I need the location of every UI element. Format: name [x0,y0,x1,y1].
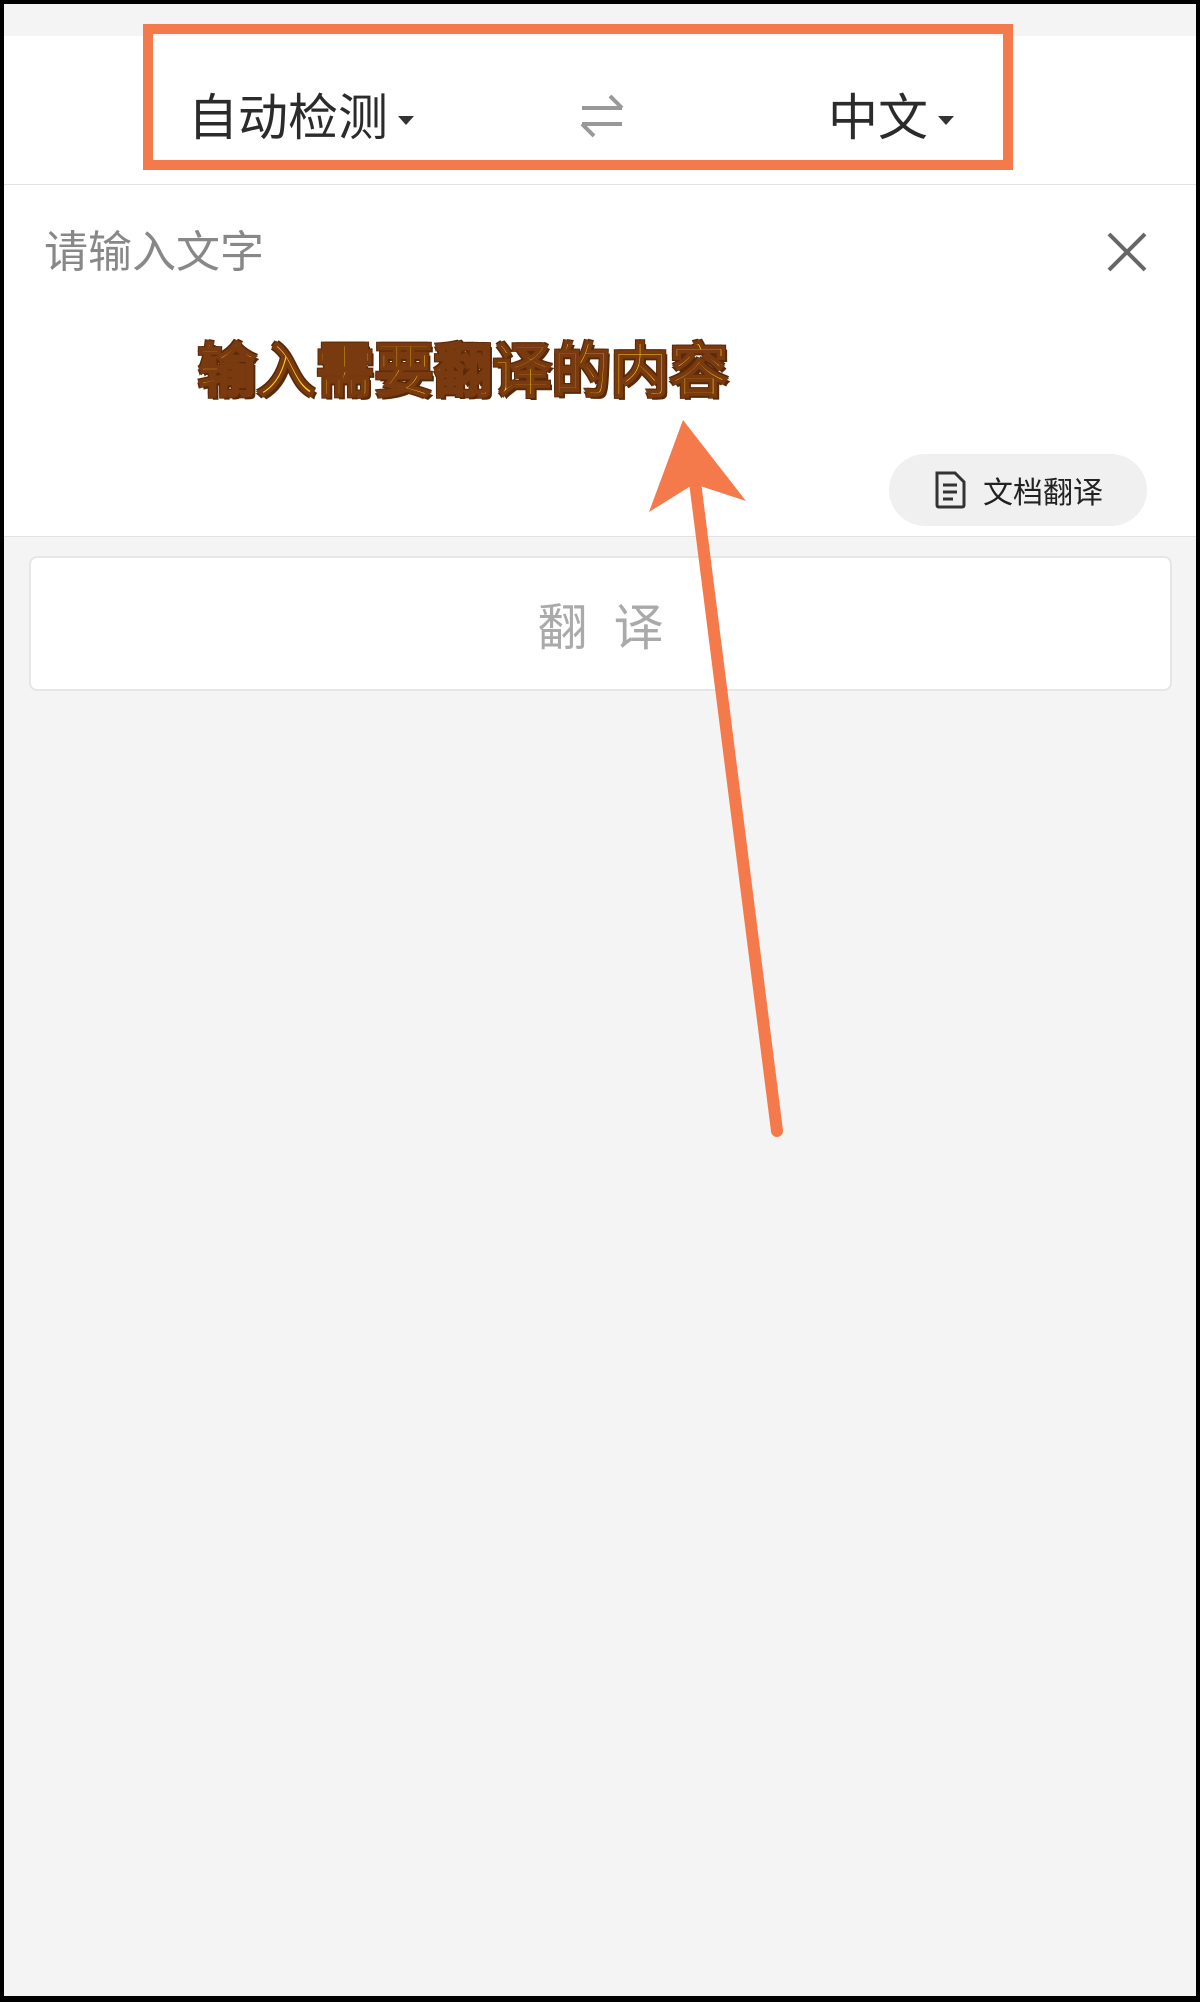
app-screen: 自动检测 中文 文档翻译 [4,4,1196,1996]
target-language-label: 中文 [828,89,928,147]
tutorial-caption: 输入需要翻译的内容 [197,336,730,406]
source-language-selector[interactable]: 自动检测 [188,88,414,148]
text-input[interactable] [42,221,1046,283]
document-translate-label: 文档翻译 [983,476,1103,511]
document-translate-button[interactable]: 文档翻译 [889,454,1147,526]
translate-button[interactable]: 翻译 [29,556,1172,691]
source-language-label: 自动检测 [188,89,388,147]
target-language-selector[interactable]: 中文 [828,88,954,148]
swap-arrows-icon[interactable] [574,88,630,144]
document-icon [935,471,966,509]
close-icon[interactable] [1104,229,1150,275]
chevron-down-icon [398,115,414,125]
chevron-down-icon [938,115,954,125]
language-bar: 自动检测 中文 [4,36,1196,185]
status-strip [4,4,1196,36]
translate-button-label: 翻译 [537,598,690,657]
